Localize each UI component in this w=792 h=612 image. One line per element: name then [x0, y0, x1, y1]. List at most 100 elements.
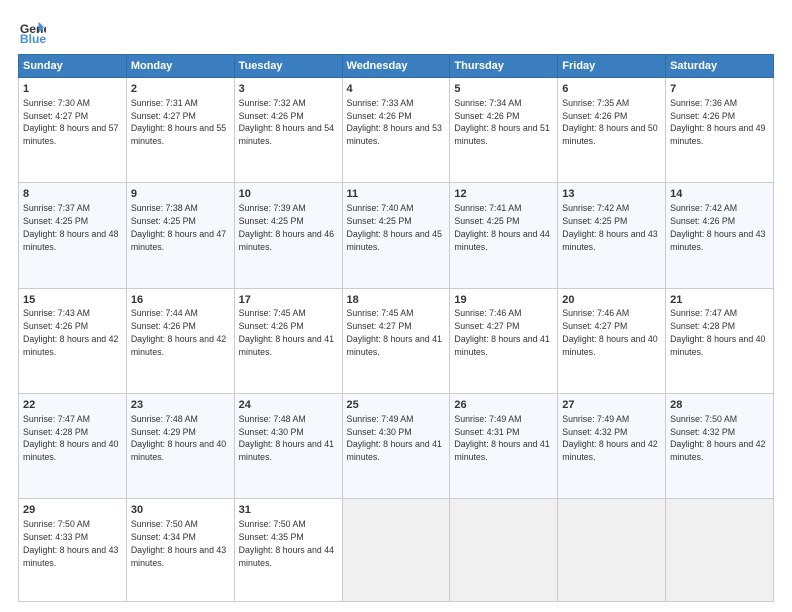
- cell-content: Sunrise: 7:49 AMSunset: 4:31 PMDaylight:…: [454, 414, 549, 462]
- cell-content: Sunrise: 7:46 AMSunset: 4:27 PMDaylight:…: [562, 308, 657, 356]
- table-row: 7 Sunrise: 7:36 AMSunset: 4:26 PMDayligh…: [666, 78, 774, 183]
- table-row: 21 Sunrise: 7:47 AMSunset: 4:28 PMDaylig…: [666, 288, 774, 393]
- day-number: 25: [347, 398, 446, 413]
- cell-content: Sunrise: 7:45 AMSunset: 4:27 PMDaylight:…: [347, 308, 442, 356]
- cell-content: Sunrise: 7:50 AMSunset: 4:34 PMDaylight:…: [131, 519, 226, 567]
- day-number: 20: [562, 293, 661, 308]
- table-row: 3 Sunrise: 7:32 AMSunset: 4:26 PMDayligh…: [234, 78, 342, 183]
- cell-content: Sunrise: 7:48 AMSunset: 4:30 PMDaylight:…: [239, 414, 334, 462]
- table-row: 4 Sunrise: 7:33 AMSunset: 4:26 PMDayligh…: [342, 78, 450, 183]
- day-number: 29: [23, 503, 122, 518]
- col-sunday: Sunday: [19, 55, 127, 78]
- cell-content: Sunrise: 7:49 AMSunset: 4:30 PMDaylight:…: [347, 414, 442, 462]
- col-friday: Friday: [558, 55, 666, 78]
- table-row: [450, 499, 558, 602]
- table-row: 1 Sunrise: 7:30 AMSunset: 4:27 PMDayligh…: [19, 78, 127, 183]
- header: General Blue: [18, 18, 774, 46]
- col-monday: Monday: [126, 55, 234, 78]
- table-row: 13 Sunrise: 7:42 AMSunset: 4:25 PMDaylig…: [558, 183, 666, 288]
- table-row: 11 Sunrise: 7:40 AMSunset: 4:25 PMDaylig…: [342, 183, 450, 288]
- col-wednesday: Wednesday: [342, 55, 450, 78]
- table-row: 6 Sunrise: 7:35 AMSunset: 4:26 PMDayligh…: [558, 78, 666, 183]
- table-row: 22 Sunrise: 7:47 AMSunset: 4:28 PMDaylig…: [19, 393, 127, 498]
- table-row: 27 Sunrise: 7:49 AMSunset: 4:32 PMDaylig…: [558, 393, 666, 498]
- table-row: 28 Sunrise: 7:50 AMSunset: 4:32 PMDaylig…: [666, 393, 774, 498]
- cell-content: Sunrise: 7:35 AMSunset: 4:26 PMDaylight:…: [562, 98, 657, 146]
- day-number: 15: [23, 293, 122, 308]
- day-number: 26: [454, 398, 553, 413]
- svg-text:Blue: Blue: [20, 32, 46, 46]
- table-row: 20 Sunrise: 7:46 AMSunset: 4:27 PMDaylig…: [558, 288, 666, 393]
- day-number: 17: [239, 293, 338, 308]
- table-row: 12 Sunrise: 7:41 AMSunset: 4:25 PMDaylig…: [450, 183, 558, 288]
- cell-content: Sunrise: 7:30 AMSunset: 4:27 PMDaylight:…: [23, 98, 118, 146]
- cell-content: Sunrise: 7:45 AMSunset: 4:26 PMDaylight:…: [239, 308, 334, 356]
- cell-content: Sunrise: 7:40 AMSunset: 4:25 PMDaylight:…: [347, 203, 442, 251]
- table-row: 2 Sunrise: 7:31 AMSunset: 4:27 PMDayligh…: [126, 78, 234, 183]
- cell-content: Sunrise: 7:31 AMSunset: 4:27 PMDaylight:…: [131, 98, 226, 146]
- day-number: 3: [239, 82, 338, 97]
- col-tuesday: Tuesday: [234, 55, 342, 78]
- cell-content: Sunrise: 7:37 AMSunset: 4:25 PMDaylight:…: [23, 203, 118, 251]
- cell-content: Sunrise: 7:36 AMSunset: 4:26 PMDaylight:…: [670, 98, 765, 146]
- day-number: 8: [23, 187, 122, 202]
- cell-content: Sunrise: 7:48 AMSunset: 4:29 PMDaylight:…: [131, 414, 226, 462]
- table-row: 25 Sunrise: 7:49 AMSunset: 4:30 PMDaylig…: [342, 393, 450, 498]
- day-number: 21: [670, 293, 769, 308]
- cell-content: Sunrise: 7:44 AMSunset: 4:26 PMDaylight:…: [131, 308, 226, 356]
- cell-content: Sunrise: 7:46 AMSunset: 4:27 PMDaylight:…: [454, 308, 549, 356]
- table-row: 24 Sunrise: 7:48 AMSunset: 4:30 PMDaylig…: [234, 393, 342, 498]
- day-number: 4: [347, 82, 446, 97]
- logo-icon: General Blue: [18, 18, 46, 46]
- day-number: 14: [670, 187, 769, 202]
- day-number: 7: [670, 82, 769, 97]
- cell-content: Sunrise: 7:42 AMSunset: 4:25 PMDaylight:…: [562, 203, 657, 251]
- cell-content: Sunrise: 7:43 AMSunset: 4:26 PMDaylight:…: [23, 308, 118, 356]
- day-number: 5: [454, 82, 553, 97]
- table-row: 9 Sunrise: 7:38 AMSunset: 4:25 PMDayligh…: [126, 183, 234, 288]
- table-row: 18 Sunrise: 7:45 AMSunset: 4:27 PMDaylig…: [342, 288, 450, 393]
- day-number: 11: [347, 187, 446, 202]
- logo: General Blue: [18, 18, 46, 46]
- table-row: [558, 499, 666, 602]
- day-number: 12: [454, 187, 553, 202]
- day-number: 18: [347, 293, 446, 308]
- cell-content: Sunrise: 7:41 AMSunset: 4:25 PMDaylight:…: [454, 203, 549, 251]
- day-number: 31: [239, 503, 338, 518]
- table-row: 23 Sunrise: 7:48 AMSunset: 4:29 PMDaylig…: [126, 393, 234, 498]
- table-row: 19 Sunrise: 7:46 AMSunset: 4:27 PMDaylig…: [450, 288, 558, 393]
- day-number: 23: [131, 398, 230, 413]
- page: General Blue Sunday Monday Tuesday Wedne…: [0, 0, 792, 612]
- table-row: 26 Sunrise: 7:49 AMSunset: 4:31 PMDaylig…: [450, 393, 558, 498]
- table-row: 5 Sunrise: 7:34 AMSunset: 4:26 PMDayligh…: [450, 78, 558, 183]
- cell-content: Sunrise: 7:50 AMSunset: 4:32 PMDaylight:…: [670, 414, 765, 462]
- table-row: [666, 499, 774, 602]
- day-number: 1: [23, 82, 122, 97]
- table-row: 29 Sunrise: 7:50 AMSunset: 4:33 PMDaylig…: [19, 499, 127, 602]
- day-number: 24: [239, 398, 338, 413]
- table-row: 8 Sunrise: 7:37 AMSunset: 4:25 PMDayligh…: [19, 183, 127, 288]
- calendar-table: Sunday Monday Tuesday Wednesday Thursday…: [18, 54, 774, 602]
- cell-content: Sunrise: 7:50 AMSunset: 4:35 PMDaylight:…: [239, 519, 334, 567]
- cell-content: Sunrise: 7:49 AMSunset: 4:32 PMDaylight:…: [562, 414, 657, 462]
- cell-content: Sunrise: 7:38 AMSunset: 4:25 PMDaylight:…: [131, 203, 226, 251]
- day-number: 13: [562, 187, 661, 202]
- table-row: 10 Sunrise: 7:39 AMSunset: 4:25 PMDaylig…: [234, 183, 342, 288]
- table-row: 14 Sunrise: 7:42 AMSunset: 4:26 PMDaylig…: [666, 183, 774, 288]
- calendar-header-row: Sunday Monday Tuesday Wednesday Thursday…: [19, 55, 774, 78]
- cell-content: Sunrise: 7:47 AMSunset: 4:28 PMDaylight:…: [670, 308, 765, 356]
- day-number: 22: [23, 398, 122, 413]
- cell-content: Sunrise: 7:39 AMSunset: 4:25 PMDaylight:…: [239, 203, 334, 251]
- day-number: 16: [131, 293, 230, 308]
- cell-content: Sunrise: 7:47 AMSunset: 4:28 PMDaylight:…: [23, 414, 118, 462]
- table-row: 15 Sunrise: 7:43 AMSunset: 4:26 PMDaylig…: [19, 288, 127, 393]
- cell-content: Sunrise: 7:32 AMSunset: 4:26 PMDaylight:…: [239, 98, 334, 146]
- table-row: 31 Sunrise: 7:50 AMSunset: 4:35 PMDaylig…: [234, 499, 342, 602]
- table-row: 30 Sunrise: 7:50 AMSunset: 4:34 PMDaylig…: [126, 499, 234, 602]
- day-number: 9: [131, 187, 230, 202]
- col-saturday: Saturday: [666, 55, 774, 78]
- table-row: [342, 499, 450, 602]
- cell-content: Sunrise: 7:50 AMSunset: 4:33 PMDaylight:…: [23, 519, 118, 567]
- day-number: 28: [670, 398, 769, 413]
- cell-content: Sunrise: 7:42 AMSunset: 4:26 PMDaylight:…: [670, 203, 765, 251]
